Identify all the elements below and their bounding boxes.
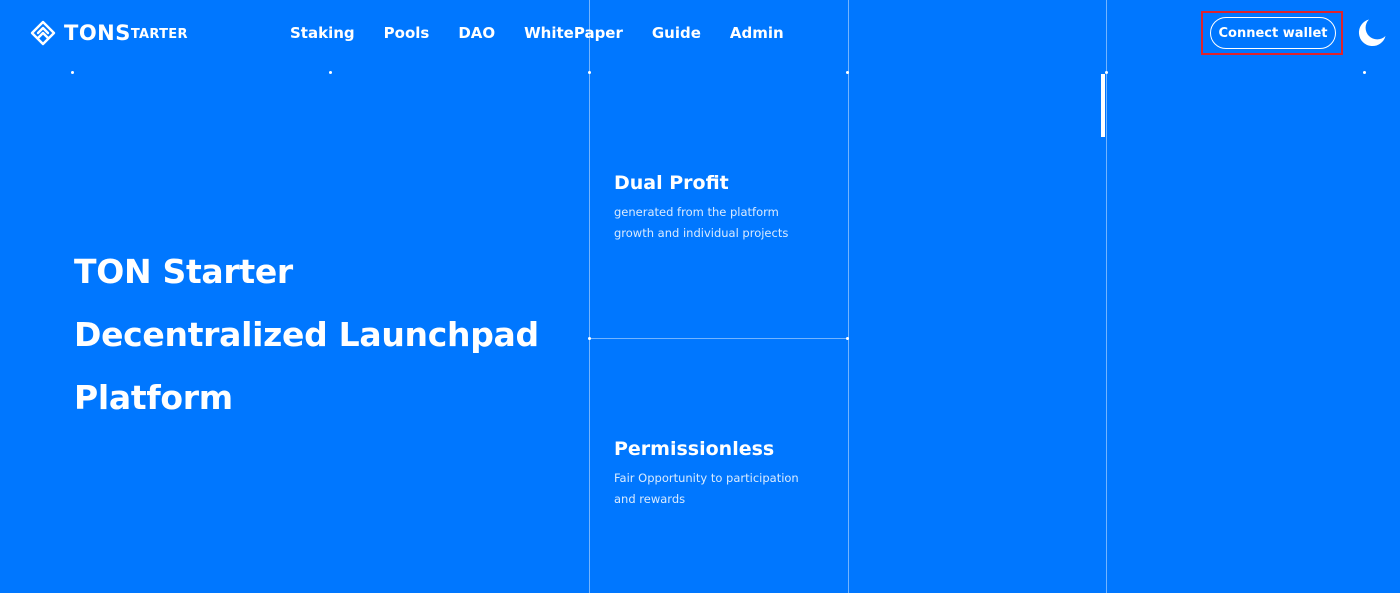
- hero-title-line: TON Starter: [74, 252, 293, 291]
- scroll-indicator: [1101, 74, 1105, 137]
- grid-dot: [846, 71, 849, 74]
- feature-description: Fair Opportunity to participation and re…: [614, 468, 834, 510]
- feature-description: generated from the platform growth and i…: [614, 202, 834, 244]
- grid-dot: [588, 337, 591, 340]
- grid-divider: [848, 0, 849, 593]
- feature-dual-profit: Dual Profit generated from the platform …: [614, 170, 834, 244]
- grid-divider: [589, 338, 849, 339]
- brand-name-sub: TARTER: [130, 27, 188, 42]
- nav-item-pools[interactable]: Pools: [384, 22, 430, 44]
- hero-title-line: Platform: [74, 378, 233, 417]
- tonstarter-logo-icon: [30, 20, 56, 46]
- nav-item-staking[interactable]: Staking: [290, 22, 355, 44]
- grid-dot: [588, 71, 591, 74]
- grid-dot: [1363, 71, 1366, 74]
- grid-divider: [1106, 0, 1107, 593]
- feature-description-line: and rewards: [614, 492, 686, 506]
- feature-description-line: generated from the platform: [614, 205, 779, 219]
- hero-heading: TON Starter Decentralized Launchpad Plat…: [74, 240, 574, 429]
- feature-description-line: Fair Opportunity to participation: [614, 471, 799, 485]
- feature-title: Dual Profit: [614, 172, 729, 194]
- nav-item-dao[interactable]: DAO: [458, 22, 495, 44]
- site-header: TONS TARTER Staking Pools DAO WhitePaper …: [0, 0, 1400, 68]
- grid-dot: [846, 337, 849, 340]
- moon-icon[interactable]: [1356, 17, 1388, 49]
- feature-description-line: growth and individual projects: [614, 226, 789, 240]
- nav-item-admin[interactable]: Admin: [730, 22, 784, 44]
- feature-permissionless: Permissionless Fair Opportunity to parti…: [614, 436, 834, 510]
- grid-dot: [71, 71, 74, 74]
- nav-item-whitepaper[interactable]: WhitePaper: [524, 22, 623, 44]
- hero-title-line: Decentralized Launchpad: [74, 315, 539, 354]
- feature-title: Permissionless: [614, 438, 775, 460]
- brand-logo[interactable]: TONS TARTER: [30, 20, 188, 46]
- nav-item-guide[interactable]: Guide: [652, 22, 701, 44]
- grid-dot: [1105, 71, 1108, 74]
- grid-divider: [589, 0, 590, 593]
- main-nav: Staking Pools DAO WhitePaper Guide Admin: [290, 22, 813, 44]
- brand-name-main: TONS: [64, 21, 131, 45]
- grid-dot: [329, 71, 332, 74]
- connect-wallet-button[interactable]: Connect wallet: [1210, 17, 1336, 49]
